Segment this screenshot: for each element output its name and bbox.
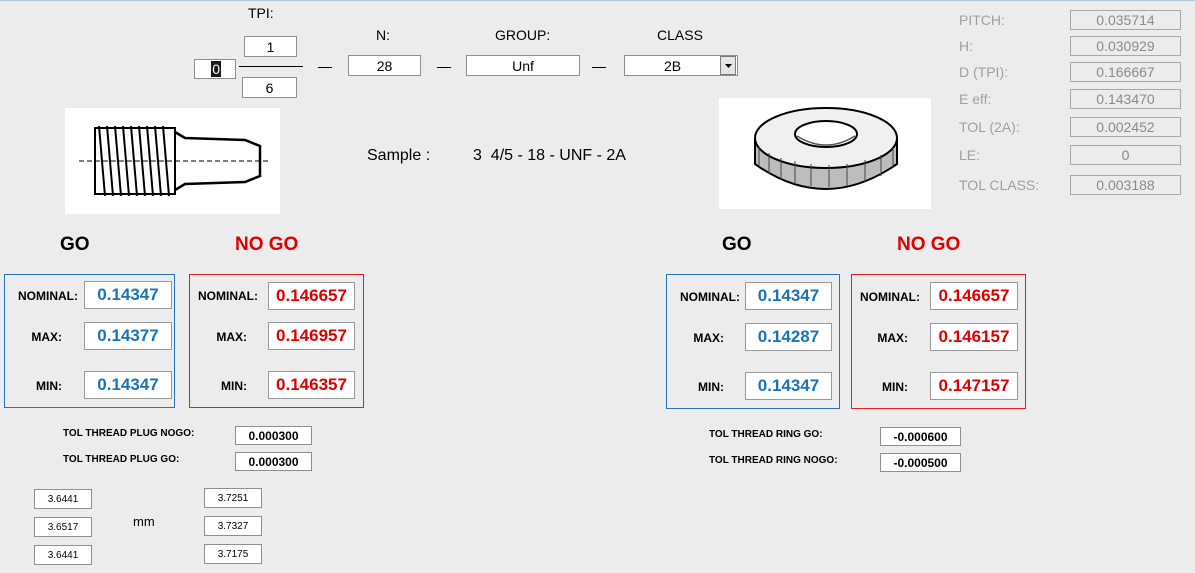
tol-plug-go-label: TOL THREAD PLUG GO: [63, 454, 180, 465]
param-value-h[interactable]: 0.030929 [1070, 36, 1181, 56]
n-field[interactable]: 28 [348, 55, 421, 76]
param-value-tol-class[interactable]: 0.003188 [1070, 175, 1181, 195]
param-value-le[interactable]: 0 [1070, 145, 1181, 165]
thread-ring-gauge-image [719, 98, 931, 209]
ring-nogo-nominal-value[interactable]: 0.146657 [930, 282, 1018, 310]
ring-nogo-min-value[interactable]: 0.147157 [930, 372, 1018, 400]
param-label-pitch: PITCH: [959, 12, 1005, 28]
mm-left-value-3[interactable]: 3.6441 [34, 545, 92, 565]
ring-go-nominal-label: NOMINAL: [680, 290, 740, 304]
class-select[interactable]: 2B [624, 55, 738, 76]
tol-plug-nogo-field[interactable]: 0.000300 [235, 426, 312, 445]
mm-right-value-3[interactable]: 3.7175 [204, 544, 262, 564]
sample-label: Sample : [367, 147, 431, 164]
mm-unit-label: mm [133, 514, 155, 529]
ring-nogo-title: NO GO [897, 234, 961, 255]
separator-dash [592, 67, 606, 68]
tol-ring-go-field[interactable]: -0.000600 [880, 427, 961, 446]
tpi-label: TPI: [248, 5, 274, 21]
sample-value: 3 4/5 - 18 - UNF - 2A [473, 147, 626, 164]
plug-nogo-nominal-label: NOMINAL: [198, 289, 258, 303]
tpi-whole-field[interactable]: 0 [194, 59, 236, 79]
tol-ring-nogo-label: TOL THREAD RING NOGO: [709, 455, 838, 466]
param-label-e-eff: E eff: [959, 91, 992, 107]
class-select-value: 2B [663, 57, 682, 74]
mm-right-value-1[interactable]: 3.7251 [204, 488, 262, 508]
ring-go-title: GO [722, 234, 752, 255]
ring-go-min-label: MIN: [698, 380, 724, 394]
group-field[interactable]: Unf [466, 55, 580, 76]
ring-nogo-nominal-label: NOMINAL: [860, 290, 920, 304]
tol-ring-go-label: TOL THREAD RING GO: [709, 429, 823, 440]
plug-nogo-nominal-value[interactable]: 0.146657 [268, 282, 355, 310]
tpi-denominator-field[interactable]: 6 [242, 77, 297, 98]
plug-go-nominal-label: NOMINAL: [18, 289, 78, 303]
mm-right-value-2[interactable]: 3.7327 [204, 516, 262, 536]
plug-nogo-min-value[interactable]: 0.146357 [268, 371, 355, 399]
n-label: N: [376, 27, 390, 43]
param-label-le: LE: [959, 147, 981, 163]
plug-go-nominal-value[interactable]: 0.14347 [84, 281, 172, 309]
param-label-d-tpi: D (TPI): [959, 64, 1008, 80]
plug-nogo-max-label: MAX: [216, 330, 247, 344]
plug-nogo-min-label: MIN: [221, 379, 247, 393]
param-label-tol-2a: TOL (2A): [959, 119, 1020, 135]
param-label-h: H: [959, 38, 973, 54]
param-value-pitch[interactable]: 0.035714 [1070, 10, 1181, 30]
plug-go-title: GO [60, 234, 90, 255]
tol-plug-go-field[interactable]: 0.000300 [235, 452, 312, 471]
separator-dash [437, 67, 451, 68]
tol-plug-nogo-label: TOL THREAD PLUG NOGO: [63, 428, 195, 439]
param-value-tol-2a[interactable]: 0.002452 [1070, 117, 1181, 137]
param-label-tol-class: TOL CLASS: [959, 177, 1040, 193]
group-label: GROUP: [495, 27, 551, 43]
ring-nogo-max-value[interactable]: 0.146157 [930, 323, 1018, 351]
separator-dash [318, 67, 332, 68]
ring-go-max-value[interactable]: 0.14287 [745, 323, 832, 351]
plug-go-min-value[interactable]: 0.14347 [84, 371, 172, 399]
chevron-down-icon[interactable] [720, 56, 736, 75]
plug-go-min-label: MIN: [36, 379, 62, 393]
tpi-whole-value: 0 [211, 61, 221, 77]
tpi-numerator-field[interactable]: 1 [244, 36, 297, 57]
param-value-d-tpi[interactable]: 0.166667 [1070, 62, 1181, 82]
param-value-e-eff[interactable]: 0.143470 [1070, 89, 1181, 109]
ring-go-min-value[interactable]: 0.14347 [745, 372, 832, 400]
fraction-bar [239, 66, 303, 67]
plug-nogo-max-value[interactable]: 0.146957 [268, 322, 355, 350]
mm-left-value-1[interactable]: 3.6441 [34, 489, 92, 509]
thread-plug-gauge-image [65, 108, 280, 214]
mm-left-value-2[interactable]: 3.6517 [34, 517, 92, 537]
ring-nogo-min-label: MIN: [882, 380, 908, 394]
plug-nogo-title: NO GO [235, 234, 299, 255]
ring-go-max-label: MAX: [693, 331, 724, 345]
tol-ring-nogo-field[interactable]: -0.000500 [880, 453, 961, 472]
class-label: CLASS [657, 27, 703, 43]
plug-go-max-label: MAX: [31, 330, 62, 344]
ring-nogo-max-label: MAX: [877, 331, 908, 345]
ring-go-nominal-value[interactable]: 0.14347 [745, 282, 832, 310]
plug-go-max-value[interactable]: 0.14377 [84, 322, 172, 350]
